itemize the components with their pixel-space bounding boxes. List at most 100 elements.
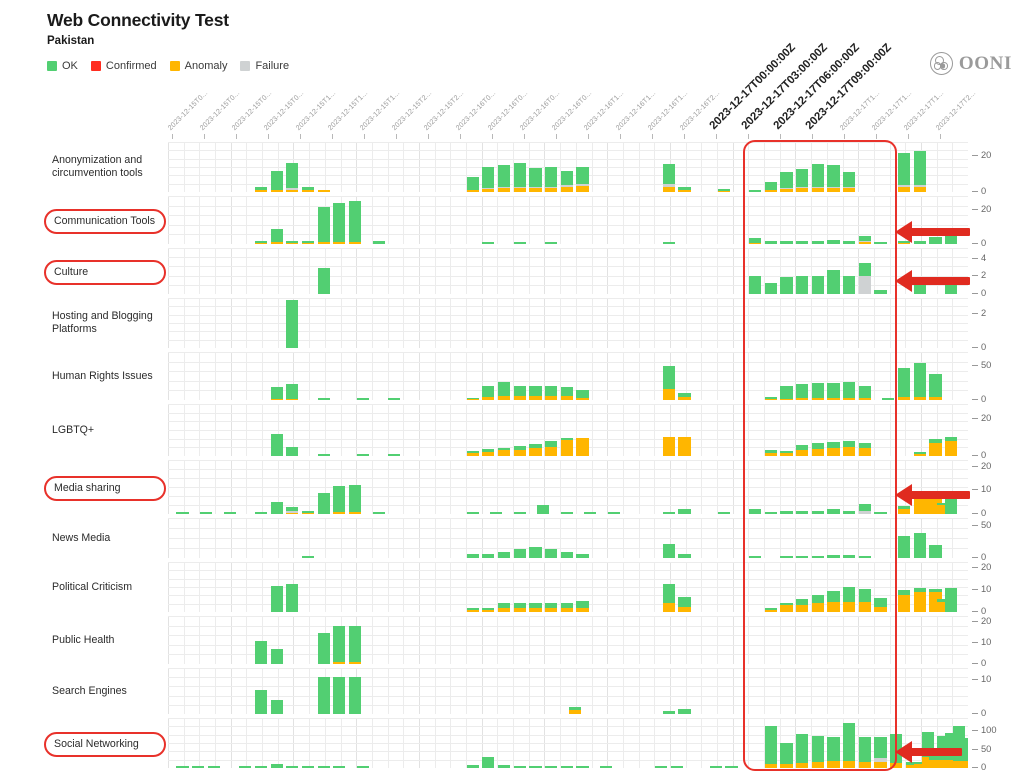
bar[interactable] — [780, 240, 793, 244]
bar[interactable] — [678, 709, 691, 714]
bar[interactable] — [498, 382, 511, 400]
bar[interactable] — [301, 241, 315, 244]
bar[interactable] — [286, 384, 299, 400]
bar[interactable] — [796, 276, 809, 294]
bar[interactable] — [529, 386, 542, 400]
bar[interactable] — [858, 263, 871, 294]
bar[interactable] — [223, 512, 236, 514]
bar[interactable] — [529, 603, 542, 612]
bar[interactable] — [780, 556, 793, 558]
bar[interactable] — [372, 240, 385, 244]
bar[interactable] — [356, 454, 369, 456]
bar[interactable] — [796, 734, 809, 768]
bar[interactable] — [207, 765, 220, 768]
bar[interactable] — [576, 553, 589, 558]
bar[interactable] — [780, 386, 793, 400]
bar[interactable] — [748, 237, 762, 244]
bar[interactable] — [662, 583, 675, 612]
bar[interactable] — [662, 711, 675, 714]
row-label-search-engines[interactable]: Search Engines — [52, 685, 170, 698]
bar[interactable] — [254, 512, 268, 514]
bar[interactable] — [874, 737, 887, 768]
bar[interactable] — [301, 766, 315, 768]
bar[interactable] — [913, 240, 926, 244]
bar[interactable] — [827, 555, 840, 558]
bar[interactable] — [929, 439, 942, 456]
bar[interactable] — [568, 707, 581, 714]
bar[interactable] — [176, 765, 189, 768]
bar[interactable] — [882, 398, 895, 400]
bar[interactable] — [356, 398, 369, 400]
bar[interactable] — [764, 450, 777, 456]
bar[interactable] — [545, 167, 558, 192]
bar[interactable] — [913, 452, 926, 456]
bar[interactable] — [662, 164, 675, 192]
bar[interactable] — [270, 228, 283, 244]
bar[interactable] — [529, 168, 542, 192]
bar[interactable] — [286, 766, 299, 768]
bar[interactable] — [560, 552, 573, 558]
bar[interactable] — [858, 386, 871, 400]
bar[interactable] — [286, 446, 299, 456]
bar[interactable] — [960, 738, 968, 768]
bar[interactable] — [717, 189, 730, 192]
bar[interactable] — [858, 737, 871, 768]
bar[interactable] — [811, 510, 824, 514]
bar[interactable] — [254, 690, 268, 714]
bar[interactable] — [780, 603, 793, 612]
row-label-social-networking[interactable]: Social Networking — [44, 731, 166, 757]
bar[interactable] — [270, 585, 283, 612]
bar[interactable] — [301, 511, 315, 514]
bar[interactable] — [764, 240, 777, 244]
bar[interactable] — [827, 165, 840, 192]
bar[interactable] — [239, 766, 252, 768]
bar[interactable] — [576, 438, 589, 456]
bar[interactable] — [678, 186, 691, 192]
bar[interactable] — [764, 512, 777, 514]
bar[interactable] — [560, 511, 573, 514]
bar[interactable] — [945, 234, 958, 244]
bar[interactable] — [780, 171, 793, 192]
bar[interactable] — [764, 182, 777, 192]
bar[interactable] — [780, 277, 793, 294]
bar[interactable] — [945, 437, 958, 456]
bar[interactable] — [780, 743, 793, 768]
bar[interactable] — [560, 387, 573, 400]
bar[interactable] — [843, 276, 856, 294]
bar[interactable] — [599, 766, 613, 768]
bar[interactable] — [466, 554, 479, 558]
bar[interactable] — [545, 242, 558, 244]
bar[interactable] — [301, 556, 315, 558]
bar[interactable] — [764, 608, 777, 612]
bar[interactable] — [466, 764, 479, 768]
bar[interactable] — [811, 383, 824, 400]
bar[interactable] — [466, 176, 479, 192]
bar[interactable] — [317, 190, 330, 192]
bar[interactable] — [498, 603, 511, 612]
bar[interactable] — [498, 447, 511, 456]
row-label-media-sharing[interactable]: Media sharing — [44, 475, 166, 501]
bar[interactable] — [560, 170, 573, 192]
bar[interactable] — [764, 283, 777, 294]
bar[interactable] — [545, 766, 558, 768]
bar[interactable] — [513, 549, 526, 558]
bar[interactable] — [537, 504, 550, 514]
bar[interactable] — [254, 641, 268, 664]
bar[interactable] — [898, 505, 911, 514]
bar[interactable] — [513, 445, 526, 456]
bar[interactable] — [254, 186, 268, 192]
bar[interactable] — [584, 511, 597, 514]
bar[interactable] — [827, 591, 840, 612]
bar[interactable] — [545, 549, 558, 558]
bar[interactable] — [482, 385, 495, 400]
bar[interactable] — [858, 503, 871, 514]
bar[interactable] — [254, 241, 268, 244]
row-label-political-criticism[interactable]: Political Criticism — [52, 581, 170, 594]
bar[interactable] — [913, 532, 926, 558]
bar[interactable] — [348, 626, 362, 664]
bar[interactable] — [576, 167, 589, 192]
bar[interactable] — [678, 553, 691, 558]
bar[interactable] — [843, 240, 856, 244]
bar[interactable] — [482, 448, 495, 456]
bar[interactable] — [317, 454, 330, 456]
